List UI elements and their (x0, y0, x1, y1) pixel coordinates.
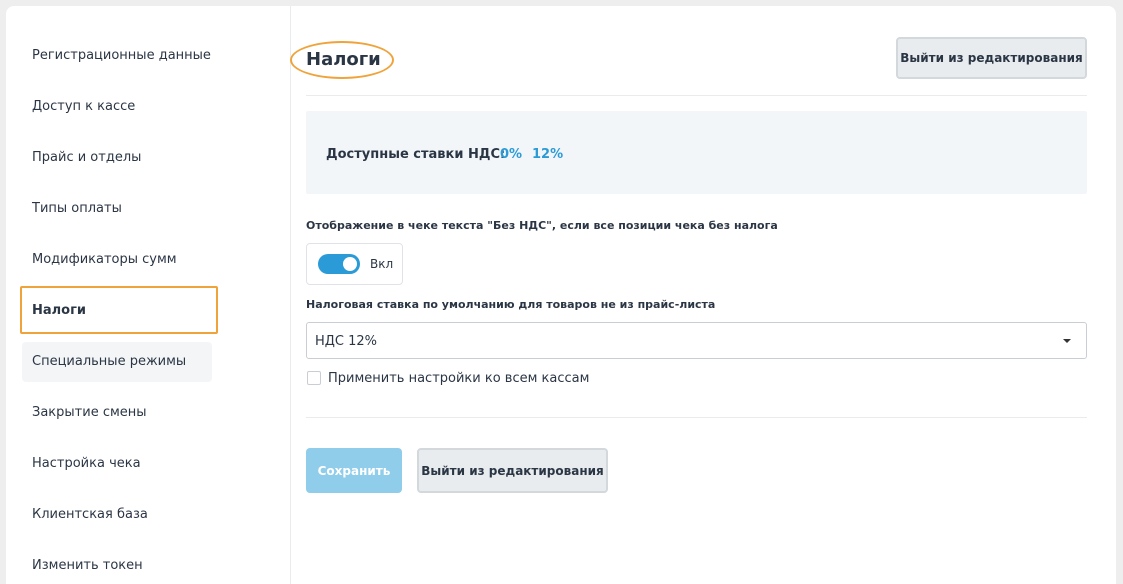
settings-card: Регистрационные данные Доступ к кассе Пр… (6, 6, 1116, 584)
sidebar-item-shift-close[interactable]: Закрытие смены (22, 393, 212, 433)
apply-all-checkbox[interactable] (307, 371, 321, 385)
page-title: Налоги (306, 49, 381, 70)
exit-edit-button-bottom[interactable]: Выйти из редактирования (417, 448, 608, 493)
settings-sidebar: Регистрационные данные Доступ к кассе Пр… (6, 6, 291, 584)
vat-rate-12: 12% (532, 147, 564, 162)
sidebar-item-payment-types[interactable]: Типы оплаты (22, 189, 212, 229)
vat-rates-label: Доступные ставки НДС: (326, 147, 506, 162)
vat-rate-0: 0% (500, 147, 523, 162)
no-vat-text-label: Отображение в чеке текста "Без НДС", есл… (306, 219, 778, 232)
sidebar-item-change-token[interactable]: Изменить токен (22, 546, 212, 584)
sidebar-item-taxes[interactable]: Налоги (22, 291, 212, 331)
exit-edit-button-top[interactable]: Выйти из редактирования (896, 37, 1087, 79)
sidebar-item-price-departments[interactable]: Прайс и отделы (22, 138, 212, 178)
default-rate-select[interactable]: НДС 12% (306, 322, 1087, 359)
caret-down-icon (1063, 339, 1071, 343)
sidebar-item-cash-access[interactable]: Доступ к кассе (22, 87, 212, 127)
footer-divider (306, 417, 1087, 418)
sidebar-item-client-base[interactable]: Клиентская база (22, 495, 212, 535)
sidebar-item-receipt-settings[interactable]: Настройка чека (22, 444, 212, 484)
save-button[interactable]: Сохранить (306, 448, 402, 493)
toggle-state-label: Вкл (370, 257, 394, 271)
toggle-knob (343, 257, 357, 271)
default-rate-label: Налоговая ставка по умолчанию для товаро… (306, 298, 716, 311)
sidebar-item-amount-modifiers[interactable]: Модификаторы сумм (22, 240, 212, 280)
header-divider (306, 95, 1087, 96)
sidebar-item-registration[interactable]: Регистрационные данные (22, 36, 212, 76)
apply-all-label[interactable]: Применить настройки ко всем кассам (328, 371, 589, 386)
vat-rates-panel: Доступные ставки НДС: 0% 12% (306, 111, 1087, 194)
sidebar-item-special-modes[interactable]: Специальные режимы (22, 342, 212, 382)
no-vat-toggle[interactable] (318, 254, 360, 274)
default-rate-value: НДС 12% (315, 334, 378, 349)
no-vat-toggle-box: Вкл (306, 243, 403, 285)
main-content: Налоги Выйти из редактирования Доступные… (290, 6, 1087, 584)
